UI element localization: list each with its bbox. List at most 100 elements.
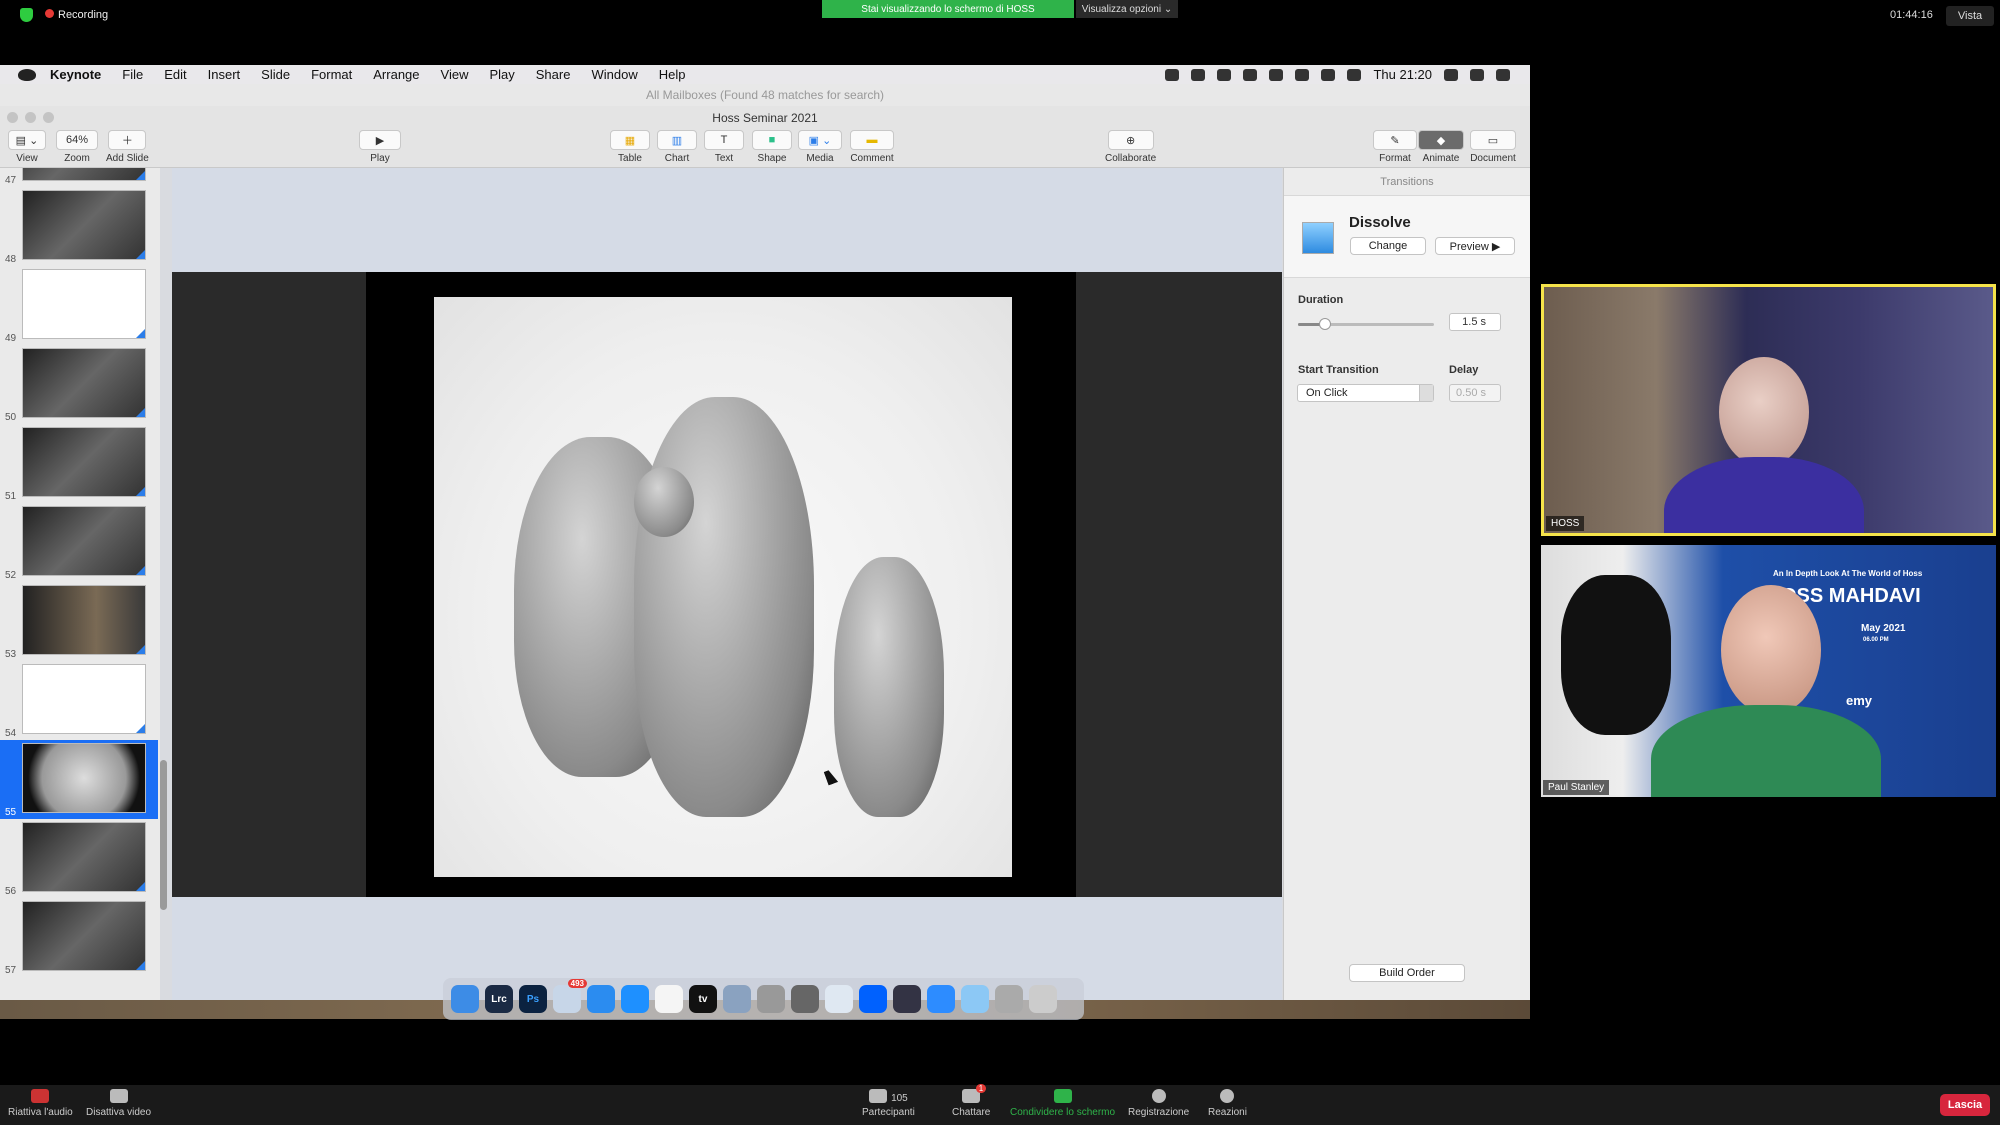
slide-thumbnail[interactable]: 54: [0, 661, 158, 740]
record-button[interactable]: Registrazione: [1128, 1089, 1189, 1118]
shape-icon[interactable]: ■: [752, 130, 792, 150]
view-control[interactable]: ▤ ⌄ View: [8, 130, 46, 164]
menu-slide[interactable]: Slide: [261, 67, 290, 82]
document-button[interactable]: ▭ Document: [1470, 130, 1516, 164]
apple-tv-icon[interactable]: tv: [689, 985, 717, 1013]
sync-icon[interactable]: [1243, 68, 1258, 81]
menu-format[interactable]: Format: [311, 67, 352, 82]
add-slide-button[interactable]: ＋ Add Slide: [106, 130, 149, 164]
slide-thumbnail[interactable]: 49: [0, 266, 158, 345]
app-store-icon[interactable]: [587, 985, 615, 1013]
animate-button[interactable]: ◆ Animate: [1418, 130, 1464, 164]
menu-share[interactable]: Share: [536, 67, 571, 82]
photos-folder-icon[interactable]: [995, 985, 1023, 1013]
build-order-button[interactable]: Build Order: [1349, 964, 1465, 982]
media-icon[interactable]: ▣ ⌄: [798, 130, 842, 150]
view-options-button[interactable]: Visualizza opzioni ⌄: [1076, 0, 1178, 18]
utility-icon[interactable]: [757, 985, 785, 1013]
zoom-window-icon[interactable]: [43, 112, 54, 123]
chart-button[interactable]: ▥ Chart: [657, 130, 697, 164]
slide-thumbnail[interactable]: 52: [0, 503, 158, 582]
lightroom-icon[interactable]: Lrc: [485, 985, 513, 1013]
duration-field[interactable]: 1.5 s: [1449, 313, 1501, 331]
drive-icon[interactable]: [1217, 68, 1232, 81]
chat-button[interactable]: 1 Chattare: [952, 1084, 990, 1118]
zoom-app-icon[interactable]: [927, 985, 955, 1013]
play-button[interactable]: ▶ Play: [359, 130, 401, 164]
eject-icon[interactable]: [1321, 68, 1336, 81]
media-button[interactable]: ▣ ⌄ Media: [798, 130, 842, 164]
video-tile-paul-stanley[interactable]: An In Depth Look At The World of Hoss OS…: [1541, 545, 1996, 797]
flag-icon[interactable]: [1444, 68, 1458, 81]
duration-slider-knob[interactable]: [1319, 318, 1332, 330]
menu-view[interactable]: View: [441, 67, 469, 82]
menu-clock[interactable]: Thu 21:20: [1373, 67, 1432, 82]
change-button[interactable]: Change: [1350, 237, 1426, 255]
navigator-scrollbar[interactable]: [160, 760, 167, 910]
comment-button[interactable]: ▬ Comment: [850, 130, 894, 164]
menu-file[interactable]: File: [122, 67, 143, 82]
slide-thumbnail[interactable]: 56: [0, 819, 158, 898]
system-preferences-icon[interactable]: [791, 985, 819, 1013]
comment-icon[interactable]: ▬: [850, 130, 894, 150]
preview-icon[interactable]: [723, 985, 751, 1013]
mail-icon[interactable]: 493: [553, 979, 587, 1013]
document-icon[interactable]: ▭: [1470, 130, 1516, 150]
menu-edit[interactable]: Edit: [164, 67, 186, 82]
view-menu-icon[interactable]: ▤ ⌄: [8, 130, 46, 150]
menu-app-name[interactable]: Keynote: [50, 67, 101, 82]
volume-icon[interactable]: [1347, 68, 1362, 81]
video-tile-hoss[interactable]: HOSS: [1541, 284, 1996, 536]
chart-icon[interactable]: ▥: [657, 130, 697, 150]
spotlight-search-icon[interactable]: [1470, 68, 1484, 81]
chevron-updown-icon[interactable]: [1419, 385, 1433, 401]
slide-thumbnail-selected[interactable]: 55: [0, 740, 158, 819]
creative-cloud-icon[interactable]: [1165, 68, 1180, 81]
reactions-button[interactable]: Reazioni: [1208, 1089, 1247, 1118]
menu-insert[interactable]: Insert: [208, 67, 241, 82]
text-button[interactable]: T Text: [704, 130, 744, 164]
table-icon[interactable]: ▦: [610, 130, 650, 150]
shape-button[interactable]: ■ Shape: [752, 130, 792, 164]
keynote-icon[interactable]: [825, 985, 853, 1013]
leave-meeting-button[interactable]: Lascia: [1940, 1094, 1990, 1116]
animate-icon[interactable]: ◆: [1418, 130, 1464, 150]
wifi-icon[interactable]: [1295, 68, 1310, 81]
slide-thumbnail[interactable]: 51: [0, 424, 158, 503]
collaborate-button[interactable]: ⊕ Collaborate: [1105, 130, 1156, 164]
menu-window[interactable]: Window: [591, 67, 637, 82]
slide-thumbnail[interactable]: 48: [0, 187, 158, 266]
close-window-icon[interactable]: [7, 112, 18, 123]
dropbox-icon[interactable]: [1191, 68, 1206, 81]
music-icon[interactable]: [655, 985, 683, 1013]
table-button[interactable]: ▦ Table: [610, 130, 650, 164]
view-button[interactable]: Vista: [1946, 6, 1994, 26]
duration-slider[interactable]: [1298, 318, 1434, 330]
format-button[interactable]: ✎ Format: [1373, 130, 1417, 164]
zoom-control[interactable]: 64% Zoom: [56, 130, 98, 164]
format-brush-icon[interactable]: ✎: [1373, 130, 1417, 150]
menu-arrange[interactable]: Arrange: [373, 67, 419, 82]
start-transition-select[interactable]: On Click: [1297, 384, 1434, 402]
menu-help[interactable]: Help: [659, 67, 686, 82]
apple-icon[interactable]: [18, 68, 36, 81]
participants-button[interactable]: 105 Partecipanti: [862, 1089, 915, 1118]
slide-thumbnail[interactable]: 53: [0, 582, 158, 661]
menu-play[interactable]: Play: [489, 67, 514, 82]
slide-thumbnail[interactable]: 50: [0, 345, 158, 424]
unmute-button[interactable]: Riattiva l'audio: [8, 1089, 73, 1118]
stop-video-button[interactable]: Disattiva video: [86, 1089, 151, 1118]
photoshop-icon[interactable]: Ps: [519, 985, 547, 1013]
slide-thumbnail[interactable]: 47: [0, 168, 158, 187]
bluetooth-icon[interactable]: [1269, 68, 1284, 81]
plus-icon[interactable]: ＋: [108, 130, 147, 150]
collaborate-icon[interactable]: ⊕: [1107, 130, 1154, 150]
safari-icon[interactable]: [621, 985, 649, 1013]
slide-thumbnail[interactable]: 57: [0, 898, 158, 977]
zoom-select[interactable]: 64%: [56, 130, 98, 150]
finder-icon[interactable]: [451, 985, 479, 1013]
minimize-window-icon[interactable]: [25, 112, 36, 123]
play-icon[interactable]: ▶: [359, 130, 401, 150]
folder-icon[interactable]: [961, 985, 989, 1013]
share-screen-button[interactable]: Condividere lo schermo: [1010, 1089, 1115, 1118]
